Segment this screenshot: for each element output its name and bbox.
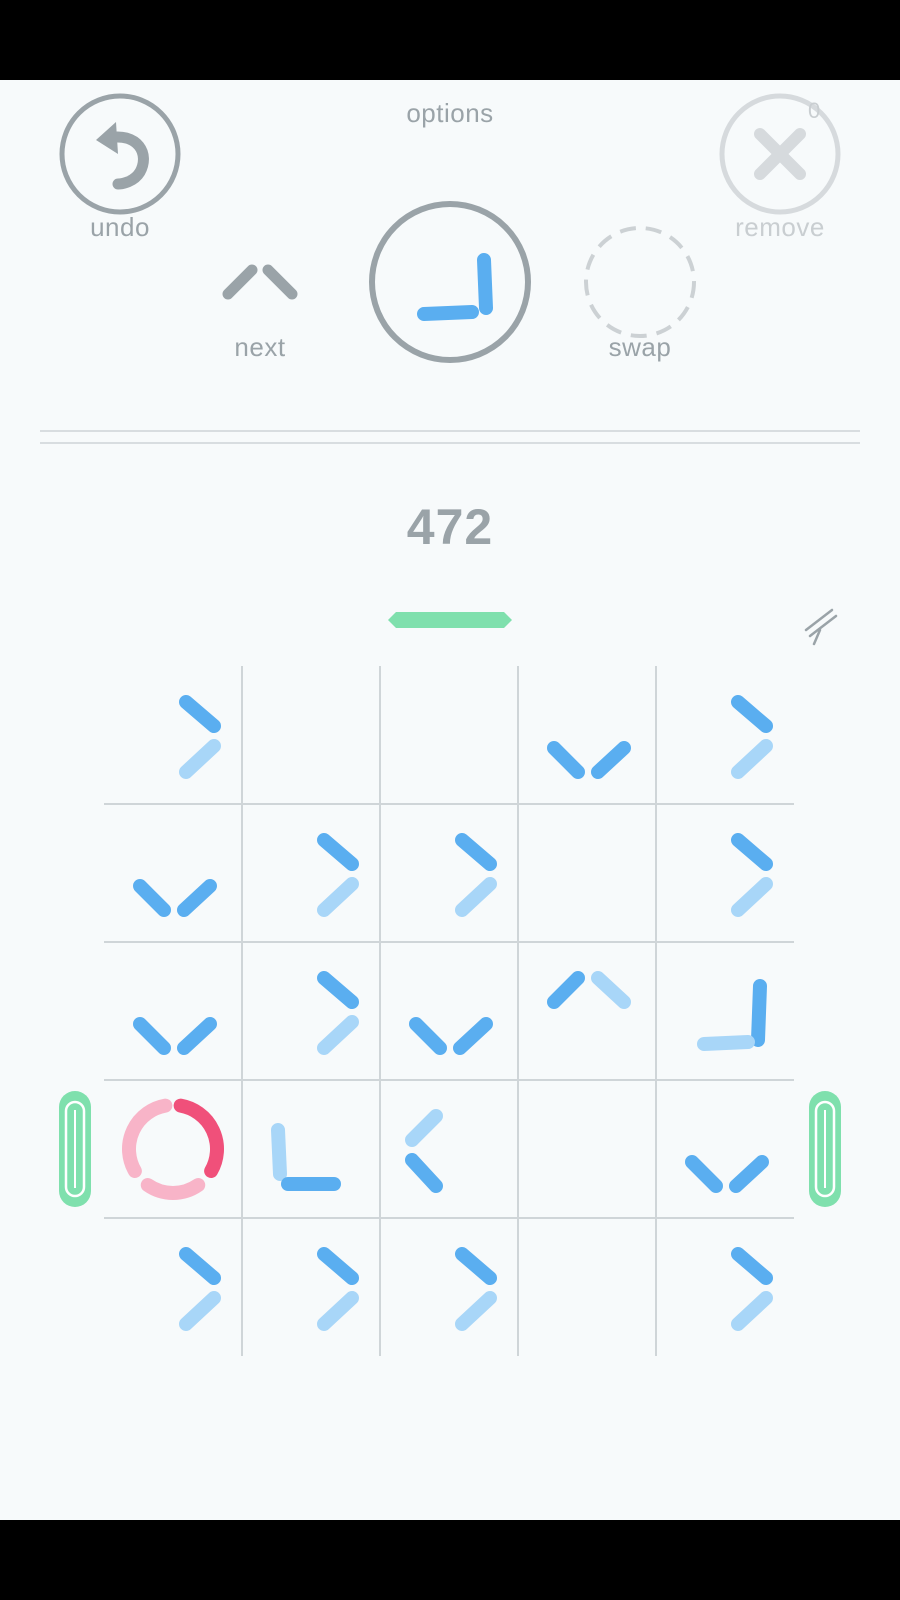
score: 472 (406, 499, 494, 555)
game-screen: options undo 0 remove next swap 472 (0, 80, 900, 1520)
board-cell-2-1[interactable] (242, 942, 380, 1080)
top-goal-bar (388, 612, 512, 628)
remove-count: 0 (808, 98, 821, 123)
left-goal-pill (58, 1090, 92, 1208)
board-cell-3-3[interactable] (518, 1080, 656, 1218)
board-cell-3-2[interactable] (380, 1080, 518, 1218)
board-cell-4-3[interactable] (518, 1218, 656, 1356)
undo-label: undo (90, 212, 150, 242)
board-cell-0-1[interactable] (242, 666, 380, 804)
remove-label: remove (735, 212, 825, 242)
board-cell-0-2[interactable] (380, 666, 518, 804)
board-cell-3-4[interactable] (656, 1080, 794, 1218)
settings-button[interactable] (800, 606, 840, 646)
next-button[interactable] (210, 250, 310, 310)
pencil-icon (804, 608, 838, 646)
board-cell-4-0[interactable] (104, 1218, 242, 1356)
right-goal-pill (808, 1090, 842, 1208)
x-icon (719, 93, 841, 215)
board-cell-1-0[interactable] (104, 804, 242, 942)
options-button[interactable]: options (350, 98, 550, 129)
board-cell-1-1[interactable] (242, 804, 380, 942)
next-label: next (234, 332, 286, 362)
swap-label: swap (608, 332, 672, 362)
board-cell-1-4[interactable] (656, 804, 794, 942)
swap-slot[interactable] (582, 224, 698, 340)
current-piece[interactable] (368, 200, 532, 364)
board-cell-0-4[interactable] (656, 666, 794, 804)
board-cell-0-3[interactable] (518, 666, 656, 804)
board-cell-1-3[interactable] (518, 804, 656, 942)
board-cell-2-3[interactable] (518, 942, 656, 1080)
board-cell-2-0[interactable] (104, 942, 242, 1080)
navigation-bar (0, 1520, 900, 1600)
game-board[interactable] (104, 666, 796, 1358)
remove-button[interactable] (718, 92, 842, 216)
board-cell-2-2[interactable] (380, 942, 518, 1080)
divider-top (40, 430, 860, 432)
board-cell-4-4[interactable] (656, 1218, 794, 1356)
divider-bottom (40, 442, 860, 444)
chevron-up-icon (222, 264, 298, 300)
board-cell-4-2[interactable] (380, 1218, 518, 1356)
board-cell-0-0[interactable] (104, 666, 242, 804)
board-cell-2-4[interactable] (656, 942, 794, 1080)
board-cell-3-1[interactable] (242, 1080, 380, 1218)
undo-arrow-icon (59, 93, 181, 215)
board-cell-4-1[interactable] (242, 1218, 380, 1356)
board-cell-3-0[interactable] (104, 1080, 242, 1218)
undo-button[interactable] (58, 92, 182, 216)
board-cell-1-2[interactable] (380, 804, 518, 942)
status-bar (0, 0, 900, 80)
